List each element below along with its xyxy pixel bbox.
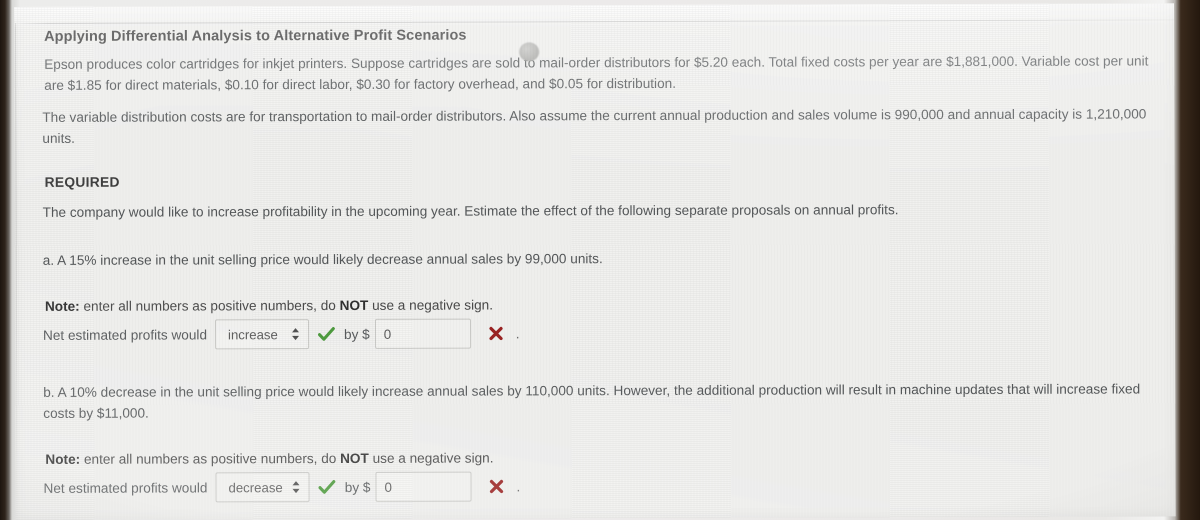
part-a-note: Note: enter all numbers as positive numb… [44, 295, 1171, 314]
part-b-note: Note: enter all numbers as positive numb… [45, 448, 1171, 467]
part-b-prompt: b. A 10% decrease in the unit selling pr… [43, 381, 1141, 421]
card-top-divider [14, 19, 1175, 24]
part-a-amount-input[interactable] [374, 318, 471, 349]
part-a-note-text-2: use a negative sign. [368, 297, 494, 313]
part-b-note-text-2: use a negative sign. [368, 450, 494, 466]
card-left-divider [15, 22, 18, 520]
required-intro-text: The company would like to increase profi… [42, 202, 899, 220]
part-b-note-bold: NOT [340, 450, 369, 466]
part-b-note-text-1: enter all numbers as positive numbers, d… [80, 450, 341, 467]
part-b-answer-row: Net estimated profits would decrease by … [43, 469, 1171, 503]
part-a-note-text-1: enter all numbers as positive numbers, d… [79, 297, 340, 314]
part-a-amount-incorrect-icon [489, 326, 503, 341]
part-a-direction-correct-icon [317, 326, 335, 341]
part-b-answer-label: Net estimated profits would [43, 479, 208, 496]
part-b-amount-incorrect-icon [489, 479, 504, 494]
question-content: Applying Differential Analysis to Altern… [30, 25, 1171, 503]
part-a-direction-select[interactable]: increase [214, 319, 310, 350]
scenario-paragraph-1: Epson produces color cartridges for inkj… [44, 53, 1149, 93]
photographed-screen-frame: Applying Differential Analysis to Altern… [0, 0, 1200, 520]
question-card: Applying Differential Analysis to Altern… [14, 3, 1176, 520]
part-a-note-prefix: Note: [44, 298, 80, 314]
required-heading: REQUIRED [44, 174, 120, 190]
select-updown-arrows-icon [292, 480, 301, 494]
part-a-answer-row: Net estimated profits would increase by … [43, 316, 1171, 350]
part-a-by-label: by $ [343, 326, 370, 342]
part-b-by-label: by $ [344, 479, 371, 495]
part-a-trailing-punctuation: . [515, 325, 520, 341]
part-a-answer-label: Net estimated profits would [43, 326, 208, 343]
part-a-note-bold: NOT [339, 297, 369, 313]
part-b-amount-input[interactable] [375, 471, 472, 502]
page-title: Applying Differential Analysis to Altern… [44, 27, 467, 45]
part-b-note-prefix: Note: [45, 451, 81, 467]
part-b-direction-select[interactable]: decrease [215, 472, 310, 503]
part-b-direction-value: decrease [228, 479, 283, 495]
cursor-blob-artifact [519, 42, 540, 62]
part-b-direction-correct-icon [318, 479, 336, 494]
part-b-trailing-punctuation: . [516, 478, 521, 494]
scenario-paragraph-2: The variable distribution costs are for … [42, 106, 1147, 146]
select-updown-arrows-icon [291, 327, 300, 341]
part-a-direction-value: increase [227, 326, 278, 342]
